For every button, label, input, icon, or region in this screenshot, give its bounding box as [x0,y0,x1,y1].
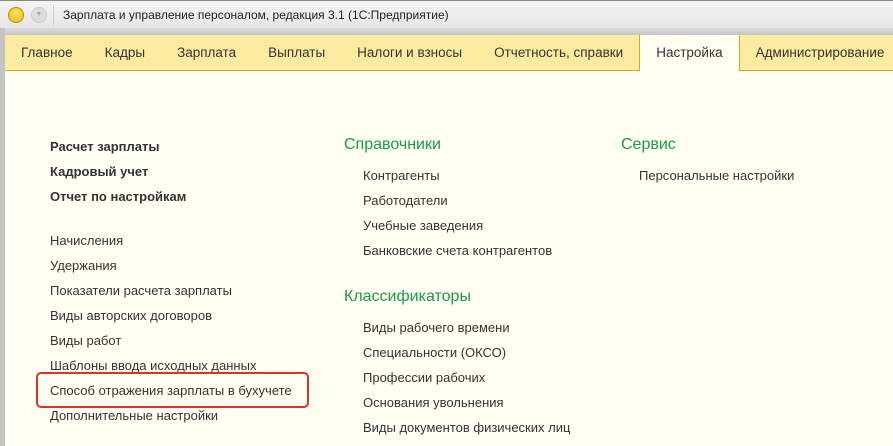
tab-5[interactable]: Отчетность, справки [478,35,639,70]
link-classifier[interactable]: Виды документов физических лиц [363,420,570,435]
link-left[interactable]: Удержания [50,258,117,273]
link-classifier[interactable]: Основания увольнения [363,395,504,410]
link-classifier[interactable]: Профессии рабочих [363,370,485,385]
section-heading: Сервис [621,136,676,153]
link-classifier[interactable]: Специальности (ОКСО) [363,345,506,360]
tab-7[interactable]: Администрирование [740,35,893,70]
section-tabs: Главное Кадры Зарплата Выплаты Налоги и взно… [5,35,893,71]
app-logo-icon[interactable] [8,7,24,23]
tab-2[interactable]: Зарплата [161,35,252,70]
highlight-box [36,372,309,408]
main-menu-button[interactable]: ▼ [31,7,47,23]
link-left[interactable]: Виды работ [50,333,121,348]
tab-1[interactable]: Кадры [89,35,161,70]
link-directory[interactable]: Контрагенты [363,168,440,183]
link-service[interactable]: Персональные настройки [639,168,794,183]
link-left-bold[interactable]: Отчет по настройкам [50,189,186,204]
link-left[interactable]: Показатели расчета зарплаты [50,283,232,298]
section-heading: Справочники [344,136,441,153]
link-left-bold[interactable]: Кадровый учет [50,164,148,179]
link-directory[interactable]: Работодатели [363,193,448,208]
separator [53,5,54,25]
tab-3[interactable]: Выплаты [252,35,341,70]
tab-6[interactable]: Настройка [639,35,740,71]
title-bar: ▼ Зарплата и управление персоналом, реда… [0,0,893,28]
link-directory[interactable]: Банковские счета контрагентов [363,243,552,258]
left-border [0,28,5,446]
link-left-bold[interactable]: Расчет зарплаты [50,139,159,154]
link-classifier[interactable]: Виды рабочего времени [363,320,510,335]
tab-0[interactable]: Главное [5,35,89,70]
section-heading: Классификаторы [344,288,471,305]
link-left[interactable]: Начисления [50,233,123,248]
tab-4[interactable]: Налоги и взносы [341,35,478,70]
link-left[interactable]: Шаблоны ввода исходных данных [50,358,256,373]
window-title: Зарплата и управление персоналом, редакц… [63,8,449,22]
link-directory[interactable]: Учебные заведения [363,218,483,233]
link-left[interactable]: Виды авторских договоров [50,308,212,323]
link-left[interactable]: Дополнительные настройки [50,408,218,423]
toolbar-band [0,28,893,35]
